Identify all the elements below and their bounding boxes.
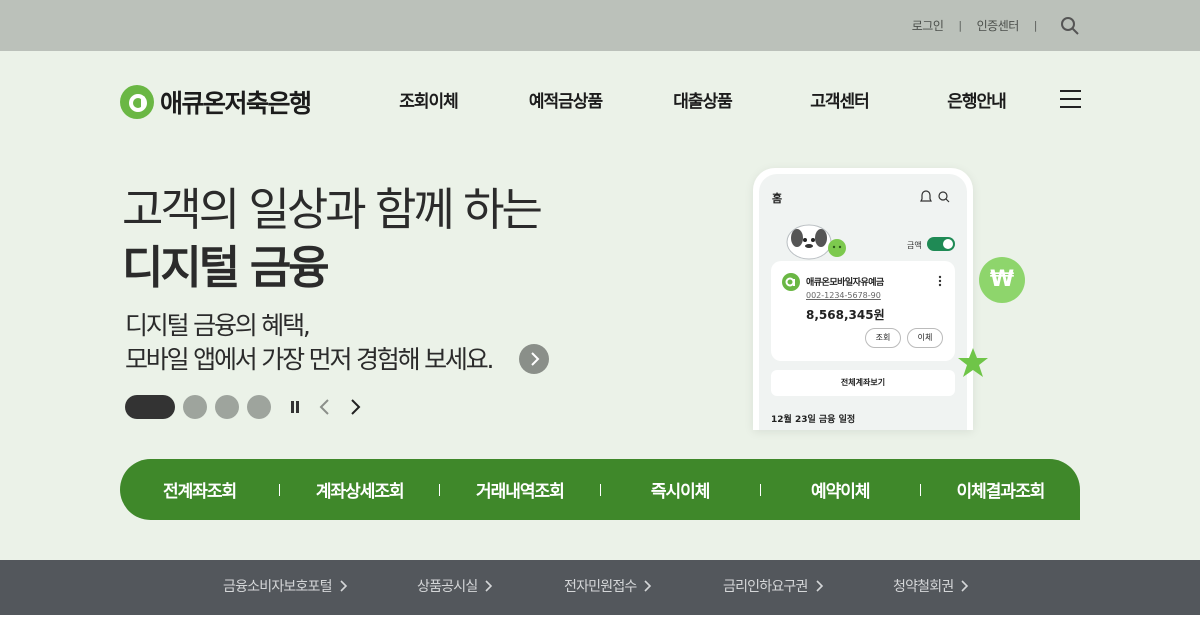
footer-link-label: 상품공시실 bbox=[417, 579, 478, 595]
footer-link-rate-cut-request[interactable]: 금리인하요구권 bbox=[723, 576, 824, 596]
logo[interactable]: 애큐온저축은행 bbox=[120, 84, 312, 120]
main-nav: 조회이체 예적금상품 대출상품 고객센터 은행안내 bbox=[360, 87, 1045, 112]
slide-dot-3[interactable] bbox=[215, 395, 239, 419]
bell-search-icons bbox=[920, 190, 950, 203]
account-name: 애큐온모바일자유예금 bbox=[806, 278, 884, 288]
nav-item-deposits[interactable]: 예적금상품 bbox=[497, 87, 634, 112]
utility-bar: 로그인 | 인증센터 | bbox=[0, 0, 1200, 51]
footer-link-civil-complaint[interactable]: 전자민원접수 bbox=[564, 576, 652, 596]
pause-icon[interactable] bbox=[281, 395, 309, 419]
footer-link-consumer-portal[interactable]: 금융소비자보호포털 bbox=[223, 576, 348, 596]
login-link[interactable]: 로그인 bbox=[912, 17, 944, 34]
chevron-right-icon bbox=[531, 352, 540, 366]
footer-link-product-disclosure[interactable]: 상품공시실 bbox=[417, 576, 493, 596]
footer-link-withdrawal-right[interactable]: 청약철회권 bbox=[893, 576, 969, 596]
hero-more-button[interactable] bbox=[519, 344, 549, 374]
footer-links: 금융소비자보호포털 상품공시실 전자민원접수 금리인하요구권 청약철회권 bbox=[0, 560, 1200, 615]
amount-toggle[interactable] bbox=[927, 237, 955, 251]
logo-text: 애큐온저축은행 bbox=[160, 89, 312, 118]
chevron-right-icon bbox=[340, 580, 347, 592]
more-vertical-icon[interactable] bbox=[938, 275, 942, 287]
hero-subcopy: 디지털 금융의 혜택, 모바일 앱에서 가장 먼저 경험해 보세요. bbox=[125, 309, 494, 377]
slide-indicators bbox=[125, 395, 369, 419]
transfer-button[interactable]: 이체 bbox=[907, 328, 943, 348]
hamburger-icon[interactable] bbox=[1060, 90, 1081, 108]
utility-separator: | bbox=[1033, 19, 1038, 32]
search-icon[interactable] bbox=[1060, 16, 1080, 36]
account-logo-icon bbox=[782, 273, 800, 291]
prev-slide-icon[interactable] bbox=[311, 395, 339, 419]
won-symbol: ₩ bbox=[989, 267, 1015, 292]
account-number[interactable]: 002-1234-5678-90 bbox=[806, 291, 881, 300]
won-coin-icon: ₩ bbox=[979, 257, 1025, 303]
nav-item-inquiry-transfer[interactable]: 조회이체 bbox=[360, 87, 497, 112]
hero-subcopy-line1: 디지털 금융의 혜택, bbox=[125, 311, 311, 340]
nav-item-bank-info[interactable]: 은행안내 bbox=[908, 87, 1045, 112]
phone-screen: 홈 금액 애큐온모바일자유예금 002-1234-5678-90 8,568,3… bbox=[759, 174, 967, 430]
hero-subcopy-line2: 모바일 앱에서 가장 먼저 경험해 보세요. bbox=[125, 345, 494, 374]
hero-headline-line1: 고객의 일상과 함께 하는 bbox=[122, 183, 543, 236]
next-slide-icon[interactable] bbox=[341, 395, 369, 419]
quick-item-scheduled-transfer[interactable]: 예약이체 bbox=[761, 477, 920, 502]
quick-item-all-accounts[interactable]: 전계좌조회 bbox=[120, 477, 279, 502]
footer-link-label: 금융소비자보호포털 bbox=[223, 579, 333, 595]
phone-home-label: 홈 bbox=[772, 192, 783, 205]
slide-dot-4[interactable] bbox=[247, 395, 271, 419]
footer-link-label: 전자민원접수 bbox=[564, 579, 637, 595]
inquiry-button[interactable]: 조회 bbox=[865, 328, 901, 348]
account-card: 애큐온모바일자유예금 002-1234-5678-90 8,568,345원 조… bbox=[771, 261, 955, 361]
amount-toggle-label: 금액 bbox=[907, 241, 922, 250]
slide-dot-2[interactable] bbox=[183, 395, 207, 419]
quick-item-transfer-result[interactable]: 이체결과조회 bbox=[921, 477, 1080, 502]
account-balance: 8,568,345원 bbox=[806, 308, 885, 322]
mascot-icon bbox=[786, 224, 846, 260]
quick-item-transaction-history[interactable]: 거래내역조회 bbox=[440, 477, 599, 502]
nav-item-customer-center[interactable]: 고객센터 bbox=[771, 87, 908, 112]
schedule-label: 12월 23일 금융 일정 bbox=[771, 415, 856, 425]
footer-link-label: 청약철회권 bbox=[893, 579, 954, 595]
footer-link-label: 금리인하요구권 bbox=[723, 579, 808, 595]
utility-links: 로그인 | 인증센터 | bbox=[912, 0, 1080, 51]
all-accounts-button[interactable]: 전체계좌보기 bbox=[771, 370, 955, 396]
chevron-right-icon bbox=[815, 580, 823, 592]
chevron-right-icon bbox=[961, 580, 969, 592]
hero-headline-line2: 디지털 금융 bbox=[122, 241, 330, 294]
quick-item-instant-transfer[interactable]: 즉시이체 bbox=[601, 477, 760, 502]
chevron-right-icon bbox=[644, 580, 652, 592]
footer-link-bar: 금융소비자보호포털 상품공시실 전자민원접수 금리인하요구권 청약철회권 bbox=[0, 560, 1200, 615]
phone-mockup: 홈 금액 애큐온모바일자유예금 002-1234-5678-90 8,568,3… bbox=[753, 168, 973, 430]
hero-section: 애큐온저축은행 조회이체 예적금상품 대출상품 고객센터 은행안내 고객의 일상… bbox=[0, 51, 1200, 560]
star-decoration-icon bbox=[958, 348, 988, 377]
utility-separator: | bbox=[958, 19, 962, 32]
quick-item-account-detail[interactable]: 계좌상세조회 bbox=[280, 477, 439, 502]
nav-item-loans[interactable]: 대출상품 bbox=[634, 87, 771, 112]
logo-mark-icon bbox=[120, 85, 154, 119]
quick-menu: 전계좌조회 계좌상세조회 거래내역조회 즉시이체 예약이체 이체결과조회 bbox=[120, 459, 1080, 520]
chevron-right-icon bbox=[485, 580, 493, 592]
cert-center-link[interactable]: 인증센터 bbox=[977, 17, 1020, 34]
slide-dot-1[interactable] bbox=[125, 395, 175, 419]
